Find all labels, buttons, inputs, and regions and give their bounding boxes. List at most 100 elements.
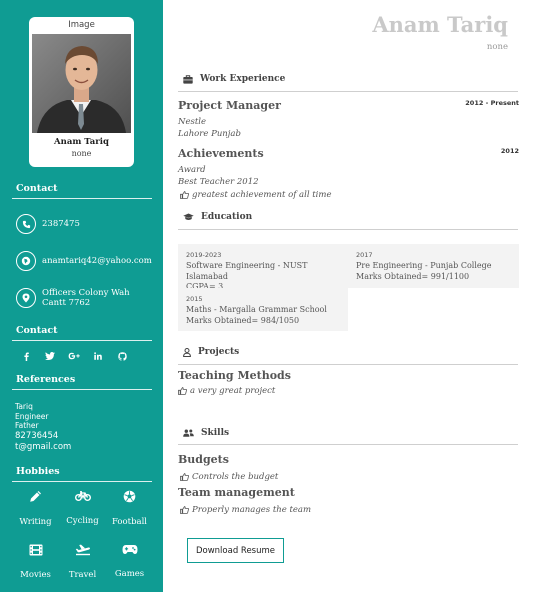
hobby-label: Movies (20, 570, 51, 580)
achievement-desc: greatest achievement of all time (192, 190, 332, 200)
hobby-cycling: Cycling (59, 490, 106, 528)
profile-name: Anam Tariq (54, 137, 109, 147)
address-row: Officers Colony Wah Cantt 7762 (16, 287, 142, 309)
email-icon (16, 251, 36, 271)
skill-desc-row: Properly manages the team (180, 505, 311, 515)
job-title: Project Manager (178, 99, 281, 112)
social-heading: Contact (16, 325, 58, 336)
project-desc-row: a very great project (178, 386, 275, 396)
users-icon (183, 429, 194, 437)
skill-name: Team management (178, 486, 295, 499)
education-entry: 2019-2023 Software Engineering - NUST Is… (178, 244, 348, 291)
pen-icon (30, 491, 41, 502)
hobby-travel: Travel (59, 544, 106, 581)
linkedin-icon[interactable] (86, 350, 110, 362)
thumbs-up-icon (180, 191, 189, 199)
phone-icon (16, 214, 36, 234)
skills-section-title: Skills (183, 428, 229, 438)
phone-row[interactable]: 2387475 (16, 213, 80, 235)
education-section-title: Education (183, 212, 252, 222)
contact-heading: Contact (16, 183, 58, 194)
skill-desc-row: Controls the budget (180, 472, 278, 482)
references-divider (12, 389, 152, 390)
education-entry: 2015 Maths - Margalla Grammar School Mar… (178, 288, 348, 331)
location-icon (16, 288, 36, 308)
reference-phone: 82736454 (15, 430, 59, 441)
user-icon (183, 347, 191, 357)
hobby-label: Football (111, 517, 148, 527)
reference-occupation: Engineer (15, 411, 49, 421)
skills-divider (178, 444, 518, 445)
work-section-title: Work Experience (183, 74, 285, 84)
project-desc: a very great project (190, 386, 276, 396)
profile-photo (32, 34, 131, 133)
film-icon (29, 544, 42, 556)
reference-name: Tariq (15, 402, 33, 411)
achievement-label: Award (178, 165, 206, 175)
facebook-icon[interactable] (14, 350, 38, 362)
education-line1: Pre Engineering - Punjab College (356, 261, 492, 270)
thumbs-up-icon (180, 473, 189, 481)
achievements-title: Achievements (178, 147, 264, 160)
references-heading: References (16, 374, 76, 385)
achievement-name: Best Teacher 2012 (178, 177, 259, 187)
header-name: Anam Tariq (372, 12, 508, 37)
job-dates: 2012 - Present (465, 99, 519, 107)
football-icon (123, 490, 136, 503)
work-title-text: Work Experience (200, 74, 286, 84)
hobby-label: Writing (19, 517, 52, 527)
skill-desc: Properly manages the team (192, 505, 312, 515)
social-links (14, 350, 134, 362)
graduation-cap-icon (183, 213, 194, 220)
projects-divider (178, 364, 518, 365)
gamepad-icon (122, 545, 137, 554)
projects-title-text: Projects (198, 347, 240, 357)
hobby-movies: Movies (12, 544, 59, 581)
education-divider (178, 229, 518, 230)
hobbies-divider (12, 481, 152, 482)
twitter-icon[interactable] (38, 350, 62, 362)
education-years: 2017 (356, 251, 373, 259)
job-company: Nestle (178, 117, 206, 127)
hobby-writing: Writing (12, 490, 59, 528)
contact-divider (12, 198, 152, 199)
hobby-label: Travel (68, 570, 97, 580)
header-subtitle: none (486, 42, 508, 52)
hobby-football: Football (106, 490, 153, 528)
achievement-desc-row: greatest achievement of all time (180, 190, 332, 200)
email-text: anamtariq42@yahoo.com (42, 256, 152, 266)
download-resume-button[interactable]: Download Resume (187, 538, 284, 563)
briefcase-icon (183, 74, 193, 84)
hobby-games: Games (106, 544, 153, 581)
education-years: 2019-2023 (186, 251, 222, 259)
github-icon[interactable] (110, 350, 134, 362)
google-plus-icon[interactable] (62, 350, 86, 362)
achievements-date: 2012 (500, 147, 519, 155)
education-line2: Marks Obtained= 984/1050 (186, 315, 300, 325)
bicycle-icon (74, 491, 91, 501)
thumbs-up-icon (180, 506, 189, 514)
education-title-text: Education (201, 212, 253, 222)
work-divider (178, 91, 518, 92)
sidebar: Image Anam Tariq none Contact 2387475 an… (0, 0, 163, 592)
education-line2: Marks Obtained= 991/1100 (356, 271, 470, 281)
phone-text: 2387475 (42, 219, 80, 229)
social-divider (12, 340, 152, 341)
email-row[interactable]: anamtariq42@yahoo.com (16, 250, 152, 272)
education-line1: Maths - Margalla Grammar School (186, 305, 327, 314)
hobbies-grid: Writing Cycling Football Movies Travel G… (12, 490, 152, 581)
thumbs-up-icon (178, 387, 187, 395)
reference-relation: Father (15, 421, 39, 430)
education-line1: Software Engineering - NUST Islamabad (186, 261, 308, 281)
address-text: Officers Colony Wah Cantt 7762 (42, 288, 130, 308)
skill-name: Budgets (178, 453, 229, 466)
reference-email: t@gmail.com (15, 441, 72, 452)
project-name: Teaching Methods (178, 369, 291, 382)
education-entry: 2017 Pre Engineering - Punjab College Ma… (348, 244, 519, 288)
hobby-label: Games (114, 569, 145, 579)
plane-icon (75, 544, 90, 556)
photo-caption: Image (68, 20, 95, 30)
job-location: Lahore Punjab (178, 129, 241, 139)
hobbies-heading: Hobbies (16, 466, 60, 477)
projects-section-title: Projects (183, 347, 239, 357)
